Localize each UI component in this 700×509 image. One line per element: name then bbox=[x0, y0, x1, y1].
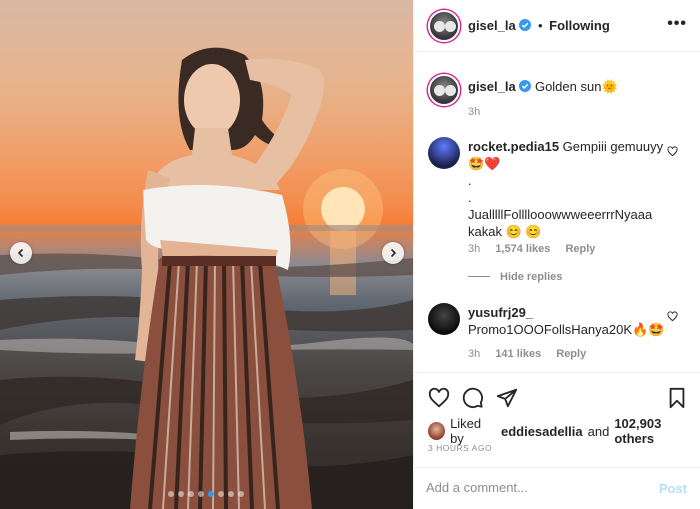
likes-summary: Liked by eddiesadellia and 102,903 other… bbox=[428, 416, 700, 446]
previous-slide-button[interactable] bbox=[10, 242, 32, 264]
comment-meta: 3h 1,574 likes Reply bbox=[468, 243, 595, 255]
post-photo bbox=[0, 0, 413, 509]
photo-scene bbox=[0, 47, 413, 509]
chevron-left-icon bbox=[17, 248, 24, 258]
carousel-dot bbox=[168, 491, 174, 497]
caption-avatar[interactable] bbox=[428, 74, 460, 106]
comment-text: Gempiii gemuuyy bbox=[562, 139, 664, 154]
comment-likes[interactable]: 141 likes bbox=[495, 348, 541, 360]
next-slide-button[interactable] bbox=[382, 242, 404, 264]
comment-line: . bbox=[468, 190, 472, 205]
caption-author[interactable]: gisel_la bbox=[468, 79, 516, 94]
post-header: gisel_la • Following ••• bbox=[414, 0, 700, 52]
save-bookmark-icon[interactable] bbox=[667, 387, 687, 409]
add-comment-input[interactable] bbox=[426, 480, 646, 495]
post-timestamp: 3 HOURS AGO bbox=[428, 443, 493, 453]
comment-time: 3h bbox=[468, 243, 481, 255]
hide-replies-button[interactable]: Hide replies bbox=[468, 271, 562, 283]
comment-icon[interactable] bbox=[462, 387, 484, 409]
following-button[interactable]: Following bbox=[549, 18, 610, 33]
author-avatar[interactable] bbox=[428, 10, 460, 42]
carousel-dot bbox=[228, 491, 234, 497]
comment-emoji: 🔥🤩 bbox=[632, 322, 665, 337]
carousel-dot bbox=[198, 491, 204, 497]
comment-author[interactable]: yusufrj29_ bbox=[468, 305, 533, 320]
liker-username[interactable]: eddiesadellia bbox=[501, 424, 583, 439]
like-comment-heart-icon[interactable] bbox=[667, 311, 678, 322]
hide-replies-label: Hide replies bbox=[500, 271, 563, 283]
post-comment-button[interactable]: Post bbox=[659, 481, 687, 496]
verified-badge-icon bbox=[519, 80, 532, 92]
comment-meta: 3h 141 likes Reply bbox=[468, 348, 586, 360]
likes-prefix: Liked by bbox=[450, 416, 482, 446]
striped-skirt bbox=[130, 255, 312, 509]
carousel-dot bbox=[218, 491, 224, 497]
carousel-indicator bbox=[168, 491, 244, 497]
carousel-dot bbox=[178, 491, 184, 497]
liker-avatar[interactable] bbox=[428, 422, 446, 440]
more-options-icon[interactable]: ••• bbox=[667, 15, 687, 33]
comment-author[interactable]: rocket.pedia15 bbox=[468, 139, 559, 154]
reply-button[interactable]: Reply bbox=[565, 243, 595, 255]
comment-item: rocket.pedia15 Gempiii gemuuyy 🤩❤️ . . J… bbox=[468, 138, 673, 240]
caption-time: 3h bbox=[468, 106, 481, 118]
add-comment-bar: Post bbox=[414, 467, 700, 509]
sun-emoji: 🌞 bbox=[601, 79, 618, 94]
author-username[interactable]: gisel_la bbox=[468, 18, 516, 33]
commenter-avatar[interactable] bbox=[428, 137, 460, 169]
carousel-dot bbox=[188, 491, 194, 497]
commenter-avatar[interactable] bbox=[428, 303, 460, 335]
header-author-line: gisel_la • Following bbox=[468, 18, 610, 33]
chevron-right-icon bbox=[390, 248, 397, 258]
like-comment-heart-icon[interactable] bbox=[667, 146, 678, 157]
likes-others-link[interactable]: 102,903 others bbox=[614, 416, 700, 446]
comment-time: 3h bbox=[468, 348, 481, 360]
comment-item: yusufrj29_ Promo1OOOFollsHanya20K🔥🤩 bbox=[468, 304, 673, 338]
verified-badge-icon bbox=[519, 19, 532, 31]
likes-and: and bbox=[587, 423, 610, 439]
comment-emoji: 🤩❤️ bbox=[468, 156, 501, 171]
comment-line: . bbox=[468, 173, 472, 188]
caption: gisel_la Golden sun🌞 bbox=[468, 78, 688, 95]
carousel-dot-active bbox=[208, 491, 214, 497]
comment-line: JualllllFollllooowwweeerrrNyaaa bbox=[468, 207, 653, 222]
caption-text: Golden sun bbox=[534, 79, 602, 94]
share-icon[interactable] bbox=[496, 387, 518, 409]
post-side-panel: gisel_la • Following ••• gisel_la Golden… bbox=[413, 0, 700, 509]
reply-button[interactable]: Reply bbox=[556, 348, 586, 360]
carousel-dot bbox=[238, 491, 244, 497]
separator-dot: • bbox=[537, 18, 543, 33]
comment-text: Promo1OOOFollsHanya20K bbox=[468, 322, 633, 337]
comment-line: kakak 😊 😊 bbox=[468, 224, 542, 239]
like-heart-icon[interactable] bbox=[428, 387, 450, 409]
comment-likes[interactable]: 1,574 likes bbox=[495, 243, 550, 255]
